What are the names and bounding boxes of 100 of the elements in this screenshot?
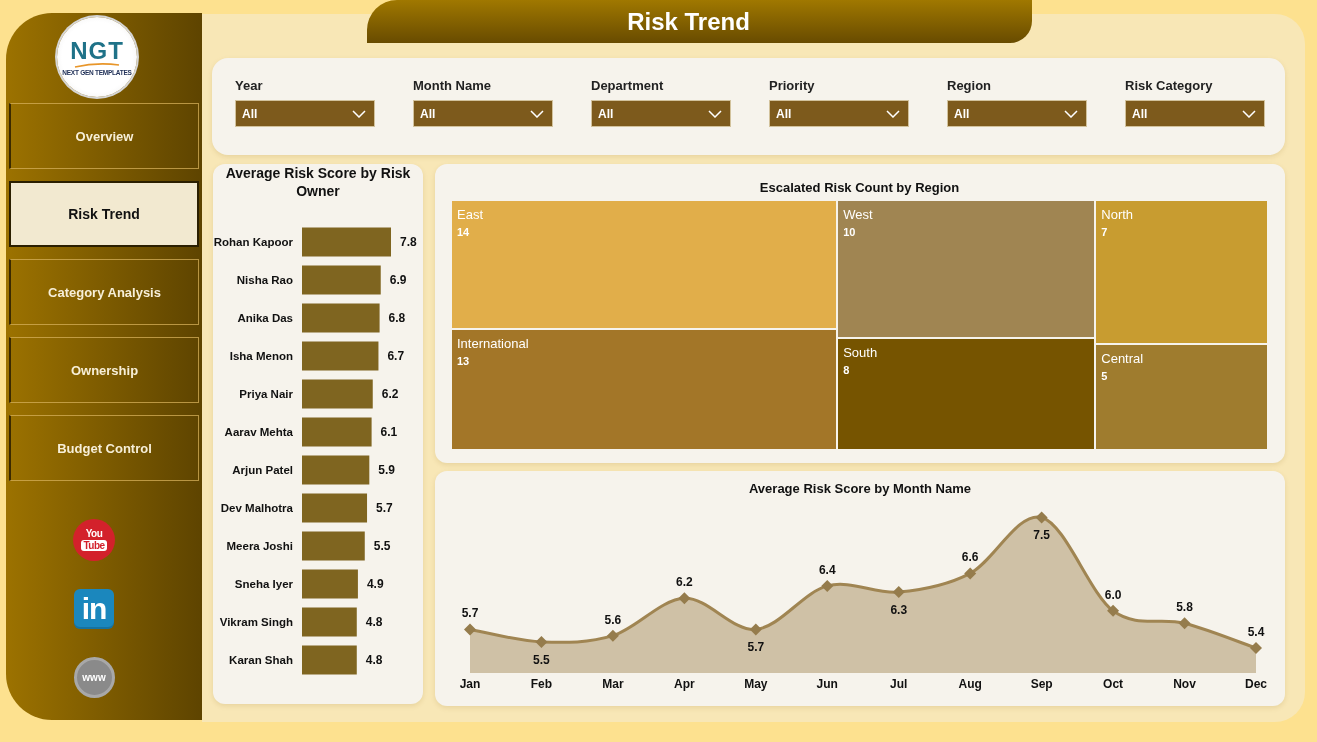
axis-label: Nov — [1173, 677, 1196, 691]
data-label: 4.8 — [365, 653, 383, 667]
data-label: 5.9 — [378, 463, 395, 477]
diamond-marker-icon — [606, 629, 619, 642]
bar — [302, 455, 370, 485]
logo-text: NGT — [70, 39, 124, 63]
axis-label: Oct — [1103, 677, 1124, 691]
data-label: 5.8 — [1176, 600, 1193, 615]
chart-title: Average Risk Score by Month Name — [748, 481, 971, 497]
data-label: 6.4 — [818, 562, 836, 577]
data-label: 6.0 — [1104, 587, 1122, 602]
axis-label: Arjun Patel — [232, 464, 293, 476]
page-title: Risk Trend — [367, 0, 1032, 43]
filter-label: Month Name — [413, 78, 491, 94]
filter-dropdown[interactable]: All — [947, 100, 1087, 127]
axis-label: Isha Menon — [229, 350, 293, 362]
bar — [302, 569, 358, 599]
data-label: 6.1 — [380, 425, 398, 439]
axis-label: Sneha Iyer — [234, 578, 293, 590]
axis-label: Anika Das — [237, 312, 293, 324]
treemap-tile[interactable]: South 8 — [838, 338, 1095, 449]
diamond-marker-icon — [535, 635, 548, 648]
bar — [302, 607, 357, 637]
tile-value: 10 — [843, 226, 856, 239]
bar — [302, 531, 365, 561]
youtube-link[interactable]: You Tube — [73, 519, 115, 561]
axis-label: Aarav Mehta — [224, 426, 293, 438]
treemap-tile[interactable]: Central 5 — [1096, 345, 1267, 449]
chevron-down-icon — [886, 109, 900, 118]
data-label: 5.7 — [461, 606, 479, 621]
chevron-down-icon — [708, 109, 722, 118]
filter-label: Priority — [769, 78, 815, 94]
data-label: 5.5 — [373, 539, 391, 553]
axis-label: Vikram Singh — [219, 616, 293, 628]
chart-title: Escalated Risk Count by Region — [759, 180, 960, 196]
nav-item[interactable]: Category Analysis — [9, 259, 199, 325]
diamond-marker-icon — [964, 567, 977, 580]
bar — [302, 379, 373, 409]
diamond-marker-icon — [1035, 511, 1048, 524]
nav-item[interactable]: Risk Trend — [9, 181, 199, 247]
chevron-down-icon — [530, 109, 544, 118]
axis-label: Priya Nair — [239, 388, 293, 400]
data-label: 6.2 — [676, 575, 693, 590]
data-label: 7.5 — [1033, 528, 1050, 543]
axis-label: Jun — [816, 677, 838, 691]
data-label: 6.6 — [961, 550, 979, 565]
axis-label: May — [744, 677, 768, 691]
axis-label: Feb — [530, 677, 553, 691]
website-link[interactable]: www — [73, 657, 115, 698]
data-label: 6.9 — [389, 273, 407, 287]
data-label: 5.5 — [533, 652, 550, 667]
nav-item[interactable]: Budget Control — [9, 415, 199, 481]
tile-value: 14 — [457, 226, 470, 239]
data-label: 5.7 — [376, 501, 393, 515]
data-label: 4.9 — [366, 577, 384, 591]
data-label: 6.8 — [388, 311, 406, 325]
diamond-marker-icon — [678, 592, 691, 605]
axis-label: Jan — [459, 677, 481, 691]
swoosh-icon — [74, 63, 120, 68]
linkedin-link[interactable]: in — [74, 589, 114, 629]
data-label: 5.6 — [604, 612, 622, 627]
axis-label: Jul — [890, 677, 908, 691]
data-label: 6.7 — [387, 349, 405, 363]
filter-dropdown[interactable]: All — [591, 100, 731, 127]
filter-label: Risk Category — [1125, 78, 1213, 94]
tile-label: Central — [1101, 351, 1144, 367]
nav-item[interactable]: Overview — [9, 103, 199, 169]
axis-label: Karan Shah — [229, 654, 293, 666]
filter-label: Region — [947, 78, 992, 94]
tile-label: East — [457, 207, 483, 223]
nav-item[interactable]: Ownership — [9, 337, 199, 403]
filter-label: Department — [591, 78, 664, 94]
filter-dropdown[interactable]: All — [769, 100, 909, 127]
axis-label: Dev Malhotra — [220, 502, 293, 514]
axis-label: Mar — [602, 677, 624, 691]
diamond-marker-icon — [749, 623, 762, 636]
data-label: 5.4 — [1247, 625, 1265, 640]
diamond-marker-icon — [1107, 604, 1120, 617]
data-label: 6.3 — [890, 603, 908, 618]
treemap-tile[interactable]: West 10 — [838, 201, 1095, 337]
chevron-down-icon — [1242, 109, 1256, 118]
chevron-down-icon — [352, 109, 366, 118]
tile-label: International — [457, 336, 529, 353]
axis-label: Dec — [1245, 677, 1267, 691]
bar — [302, 493, 368, 523]
diamond-marker-icon — [1250, 642, 1262, 655]
data-label: 6.2 — [381, 387, 399, 401]
data-label: 5.7 — [747, 640, 765, 655]
filter-dropdown[interactable]: All — [413, 100, 553, 127]
treemap-tile[interactable]: International 13 — [452, 330, 837, 449]
filter-dropdown[interactable]: All — [1125, 100, 1265, 127]
axis-label: Apr — [674, 677, 695, 691]
diamond-marker-icon — [892, 586, 905, 599]
axis-label: Meera Joshi — [226, 540, 293, 552]
tile-label: South — [843, 344, 878, 361]
filter-dropdown[interactable]: All — [235, 100, 375, 127]
data-label: 7.8 — [400, 235, 417, 249]
diamond-marker-icon — [464, 623, 476, 636]
diamond-marker-icon — [821, 579, 834, 592]
axis-label: Nisha Rao — [236, 274, 293, 286]
